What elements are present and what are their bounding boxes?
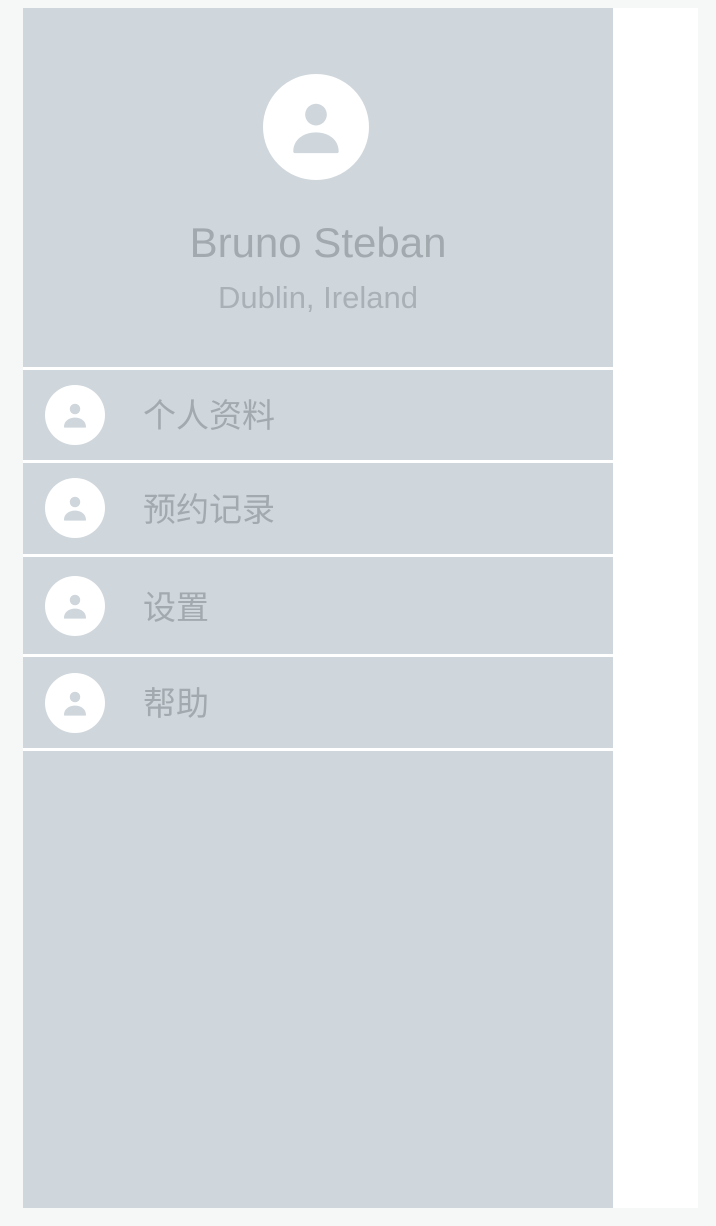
menu-item-appointments[interactable]: 预约记录 (23, 463, 613, 554)
menu-item-settings[interactable]: 设置 (23, 557, 613, 654)
person-icon (45, 478, 105, 538)
person-icon (45, 576, 105, 636)
menu-item-help[interactable]: 帮助 (23, 657, 613, 748)
person-icon (293, 103, 339, 154)
menu-item-profile[interactable]: 个人资料 (23, 370, 613, 460)
menu-item-label: 设置 (143, 589, 209, 626)
person-icon (45, 385, 105, 445)
menu-item-label: 个人资料 (143, 397, 275, 434)
profile-location: Dublin, Ireland (218, 280, 418, 315)
menu-item-label: 帮助 (143, 685, 209, 722)
person-icon (45, 673, 105, 733)
profile-header: Bruno Steban Dublin, Ireland (23, 8, 613, 368)
divider (23, 748, 613, 751)
avatar[interactable] (263, 74, 369, 180)
menu-item-label: 预约记录 (143, 491, 275, 528)
app-screen: Bruno Steban Dublin, Ireland 个人资料 预约记录 设… (23, 8, 698, 1208)
navigation-drawer: Bruno Steban Dublin, Ireland 个人资料 预约记录 设… (23, 8, 613, 1208)
profile-name: Bruno Steban (189, 219, 447, 266)
